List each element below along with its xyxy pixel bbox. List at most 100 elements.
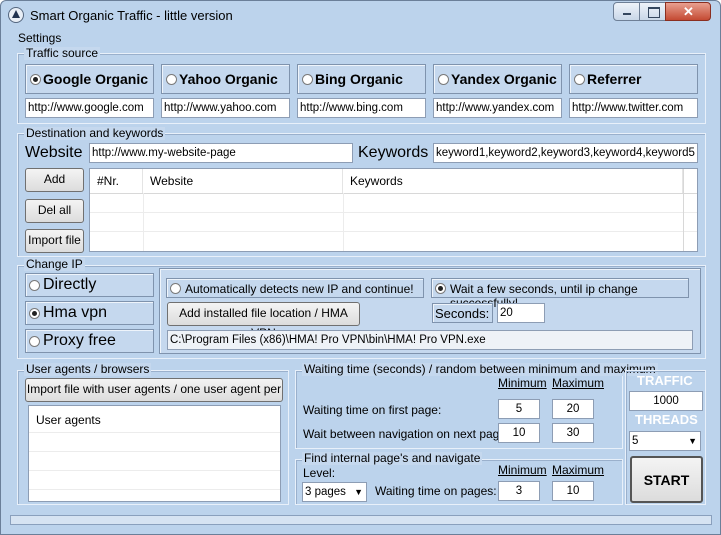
pages-wait-label: Waiting time on pages:: [375, 484, 497, 498]
list-row-line: [29, 470, 280, 471]
traffic-label: TRAFFIC: [637, 373, 693, 388]
proxy-label: Proxy free: [43, 332, 116, 349]
change-ip-legend: Change IP: [24, 257, 85, 271]
internal-pages-legend: Find internal page's and navigate: [302, 451, 483, 465]
hma-path-field[interactable]: C:\Program Files (x86)\HMA! Pro VPN\bin\…: [167, 330, 693, 350]
destination-table[interactable]: #Nr. Website Keywords: [89, 168, 698, 252]
engine-bing-option[interactable]: Bing Organic: [297, 64, 426, 94]
wait-radio[interactable]: [435, 283, 446, 294]
table-row-line: [90, 212, 697, 213]
destination-legend: Destination and keywords: [24, 126, 166, 140]
yandex-radio[interactable]: [438, 74, 449, 85]
google-radio[interactable]: [30, 74, 41, 85]
engine-referrer-option[interactable]: Referrer: [569, 64, 698, 94]
threads-label: THREADS: [635, 412, 698, 427]
yahoo-url-input[interactable]: http://www.yahoo.com: [161, 98, 290, 118]
yahoo-radio[interactable]: [166, 74, 177, 85]
yahoo-label: Yahoo Organic: [179, 71, 278, 87]
import-user-agents-button[interactable]: Import file with user agents / one user …: [25, 378, 283, 416]
referrer-label: Referrer: [587, 71, 642, 87]
between-pages-label: Wait between navigation on next page:: [303, 427, 510, 441]
table-header-keywords[interactable]: Keywords: [343, 169, 683, 193]
chevron-down-icon: ▼: [354, 487, 363, 497]
ip-directly-option[interactable]: Directly: [25, 273, 154, 297]
bing-label: Bing Organic: [315, 71, 403, 87]
start-button[interactable]: START: [630, 456, 703, 503]
import-file-button[interactable]: Import file: [25, 229, 84, 253]
traffic-source-legend: Traffic source: [24, 46, 101, 60]
directly-radio[interactable]: [29, 280, 40, 291]
first-page-max-input[interactable]: 20: [552, 399, 594, 419]
threads-select[interactable]: 5 ▼: [629, 431, 701, 451]
website-input[interactable]: http://www.my-website-page: [89, 143, 353, 163]
title-bar[interactable]: Smart Organic Traffic - little version: [1, 1, 720, 29]
threads-select-value: 5: [632, 435, 639, 447]
level-label: Level:: [303, 466, 336, 480]
table-header-nr[interactable]: #Nr.: [90, 169, 143, 193]
close-button[interactable]: [665, 2, 711, 21]
user-agents-legend: User agents / browsers: [24, 362, 152, 376]
referrer-url-input[interactable]: http://www.twitter.com: [569, 98, 698, 118]
user-agents-list-header[interactable]: User agents: [36, 413, 101, 427]
level-select-value: 3 pages: [305, 486, 346, 498]
table-header-website[interactable]: Website: [143, 169, 343, 193]
ip-proxy-option[interactable]: Proxy free: [25, 329, 154, 353]
table-column-line: [343, 193, 344, 251]
table-column-line: [143, 193, 144, 251]
window-title: Smart Organic Traffic - little version: [30, 8, 233, 23]
yandex-url-input[interactable]: http://www.yandex.com: [433, 98, 562, 118]
directly-label: Directly: [43, 276, 97, 293]
add-installed-location-button[interactable]: Add installed file location / HMA VPN: [167, 302, 360, 340]
auto-detect-radio[interactable]: [170, 283, 181, 294]
user-agents-list[interactable]: User agents: [28, 405, 281, 502]
between-max-input[interactable]: 30: [552, 423, 594, 443]
keywords-label: Keywords: [358, 144, 429, 161]
keywords-input[interactable]: keyword1,keyword2,keyword3,keyword4,keyw…: [433, 143, 698, 163]
yandex-label: Yandex Organic: [451, 71, 557, 87]
chevron-down-icon: ▼: [688, 436, 697, 446]
between-min-input[interactable]: 10: [498, 423, 540, 443]
bing-url-input[interactable]: http://www.bing.com: [297, 98, 426, 118]
seconds-label-box: Seconds:: [432, 303, 493, 323]
table-column-line: [683, 169, 684, 251]
auto-detect-label: Automatically detects new IP and continu…: [185, 282, 414, 296]
maximize-button[interactable]: [639, 2, 666, 21]
list-row-line: [29, 451, 280, 452]
google-url-input[interactable]: http://www.google.com: [25, 98, 154, 118]
add-button[interactable]: Add: [25, 168, 84, 192]
engine-google-option[interactable]: Google Organic: [25, 64, 154, 94]
ip-hma-option[interactable]: Hma vpn: [25, 301, 154, 325]
referrer-radio[interactable]: [574, 74, 585, 85]
waiting-time-legend: Waiting time (seconds) / random between …: [302, 362, 658, 376]
bing-radio[interactable]: [302, 74, 313, 85]
waiting-max-header: Maximum: [552, 376, 605, 390]
hma-label: Hma vpn: [43, 304, 108, 321]
internal-max-header: Maximum: [552, 463, 605, 477]
engine-yahoo-option[interactable]: Yahoo Organic: [161, 64, 290, 94]
first-page-label: Waiting time on first page:: [303, 403, 442, 417]
settings-menu[interactable]: Settings: [18, 31, 61, 45]
engine-yandex-option[interactable]: Yandex Organic: [433, 64, 562, 94]
traffic-input[interactable]: 1000: [629, 391, 703, 411]
auto-detect-option[interactable]: Automatically detects new IP and continu…: [166, 278, 424, 298]
proxy-radio[interactable]: [29, 336, 40, 347]
progress-bar: [10, 515, 712, 525]
table-header-divider: [90, 193, 697, 194]
list-row-line: [29, 489, 280, 490]
seconds-label: Seconds:: [435, 306, 490, 321]
google-label: Google Organic: [43, 71, 149, 87]
del-all-button[interactable]: Del all: [25, 199, 84, 223]
website-label: Website: [25, 144, 83, 161]
wait-option[interactable]: Wait a few seconds, until ip change succ…: [431, 278, 689, 310]
first-page-min-input[interactable]: 5: [498, 399, 540, 419]
seconds-input[interactable]: 20: [497, 303, 545, 323]
waiting-min-header: Minimum: [498, 376, 547, 390]
table-row-line: [90, 231, 697, 232]
level-select[interactable]: 3 pages ▼: [302, 482, 367, 502]
internal-min-header: Minimum: [498, 463, 547, 477]
minimize-button[interactable]: [613, 2, 640, 21]
hma-radio[interactable]: [29, 308, 40, 319]
list-row-line: [29, 432, 280, 433]
pages-min-input[interactable]: 3: [498, 481, 540, 501]
pages-max-input[interactable]: 10: [552, 481, 594, 501]
